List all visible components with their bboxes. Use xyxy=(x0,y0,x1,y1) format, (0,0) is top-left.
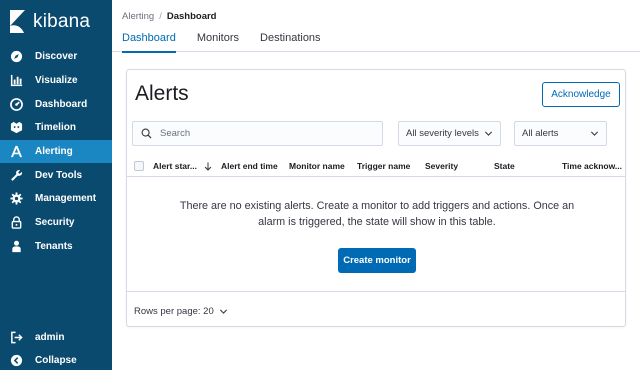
sidebar-item-admin[interactable]: admin xyxy=(0,326,112,349)
compass-icon xyxy=(10,50,23,63)
sidebar-item-security[interactable]: Security xyxy=(0,211,112,235)
breadcrumb-parent[interactable]: Alerting xyxy=(122,11,154,22)
breadcrumb-current: Dashboard xyxy=(166,11,217,22)
kibana-logo-icon xyxy=(10,10,25,33)
sidebar-item-label: Dashboard xyxy=(35,98,88,110)
sidebar-item-label: admin xyxy=(35,332,65,343)
gear-icon xyxy=(10,192,23,206)
sidebar-item-visualize[interactable]: Visualize xyxy=(0,69,112,93)
select-all-checkbox[interactable] xyxy=(134,161,144,171)
user-icon xyxy=(10,240,23,253)
divider xyxy=(127,291,625,292)
sidebar-item-discover[interactable]: Discover xyxy=(0,45,112,69)
search-box[interactable] xyxy=(132,121,383,146)
tab-monitors[interactable]: Monitors xyxy=(197,30,239,52)
tab-bar: Dashboard Monitors Destinations xyxy=(122,30,342,53)
collapse-icon xyxy=(10,354,23,367)
page-header: Alerting / Dashboard Dashboard Monitors … xyxy=(112,0,640,53)
sidebar-item-label: Alerting xyxy=(35,146,73,158)
alerts-panel: Alerts Acknowledge All severity levels A… xyxy=(126,69,626,327)
empty-state-message: There are no existing alerts. Create a m… xyxy=(179,200,575,228)
bar-chart-icon xyxy=(10,74,23,87)
tab-dashboard[interactable]: Dashboard xyxy=(122,30,176,53)
create-monitor-button[interactable]: Create monitor xyxy=(338,248,416,273)
search-input[interactable] xyxy=(160,128,360,139)
brand-name: kibana xyxy=(33,11,91,32)
sidebar-item-label: Discover xyxy=(35,51,78,63)
column-header-alert-start[interactable]: Alert star... xyxy=(153,161,212,171)
sidebar-item-alerting[interactable]: Alerting xyxy=(0,139,112,164)
sidebar-item-label: Security xyxy=(35,217,75,229)
search-icon xyxy=(141,128,152,139)
panel-title: Alerts xyxy=(135,82,189,105)
sidebar-item-label: Dev Tools xyxy=(35,169,83,181)
breadcrumb: Alerting / Dashboard xyxy=(122,11,216,22)
column-header-label: Alert star... xyxy=(153,161,197,171)
sidebar-item-management[interactable]: Management xyxy=(0,187,112,211)
column-header-time-acknowledged[interactable]: Time acknow... xyxy=(562,161,622,171)
chevron-down-icon xyxy=(590,129,599,138)
timelion-icon xyxy=(10,121,23,134)
chevron-down-icon xyxy=(484,129,493,138)
sidebar-nav: Discover Visualize Dashboard Timelion Al… xyxy=(0,45,112,258)
wrench-icon xyxy=(10,169,23,182)
sidebar-item-tenants[interactable]: Tenants xyxy=(0,235,112,259)
alert-state-select[interactable]: All alerts xyxy=(514,121,607,146)
sidebar-item-label: Tenants xyxy=(35,240,73,252)
sidebar-item-dashboard[interactable]: Dashboard xyxy=(0,92,112,116)
rows-per-page-label: Rows per page: 20 xyxy=(134,306,214,317)
acknowledge-button[interactable]: Acknowledge xyxy=(542,82,620,107)
alerting-a-icon xyxy=(10,145,23,158)
lock-icon xyxy=(10,216,23,229)
rows-per-page-selector[interactable]: Rows per page: 20 xyxy=(134,306,228,317)
sidebar-item-dev-tools[interactable]: Dev Tools xyxy=(0,163,112,187)
logout-icon xyxy=(10,331,23,344)
kibana-logo[interactable]: kibana xyxy=(8,8,90,36)
column-header-state[interactable]: State xyxy=(494,161,515,171)
column-header-trigger-name[interactable]: Trigger name xyxy=(357,161,410,171)
sidebar: kibana Discover Visualize Dashboard Time… xyxy=(0,0,112,370)
tab-destinations[interactable]: Destinations xyxy=(260,30,321,52)
sidebar-item-label: Visualize xyxy=(35,75,78,87)
table-header: Alert star... Alert end time Monitor nam… xyxy=(127,155,625,177)
sidebar-bottom-nav: admin Collapse xyxy=(0,326,112,370)
column-header-monitor-name[interactable]: Monitor name xyxy=(289,161,345,171)
alert-state-select-value: All alerts xyxy=(522,128,559,139)
severity-select-value: All severity levels xyxy=(406,128,479,139)
sort-arrow-down-icon[interactable] xyxy=(204,162,212,171)
dashboard-gauge-icon xyxy=(10,97,23,111)
column-header-alert-end-time[interactable]: Alert end time xyxy=(221,161,278,171)
sidebar-item-label: Collapse xyxy=(35,355,77,366)
sidebar-item-timelion[interactable]: Timelion xyxy=(0,116,112,140)
sidebar-item-label: Timelion xyxy=(35,122,76,134)
column-header-severity[interactable]: Severity xyxy=(425,161,458,171)
chevron-down-icon xyxy=(219,307,228,316)
sidebar-item-label: Management xyxy=(35,193,97,205)
severity-select[interactable]: All severity levels xyxy=(398,121,501,146)
sidebar-item-collapse[interactable]: Collapse xyxy=(0,349,112,370)
breadcrumb-separator: / xyxy=(159,11,162,22)
